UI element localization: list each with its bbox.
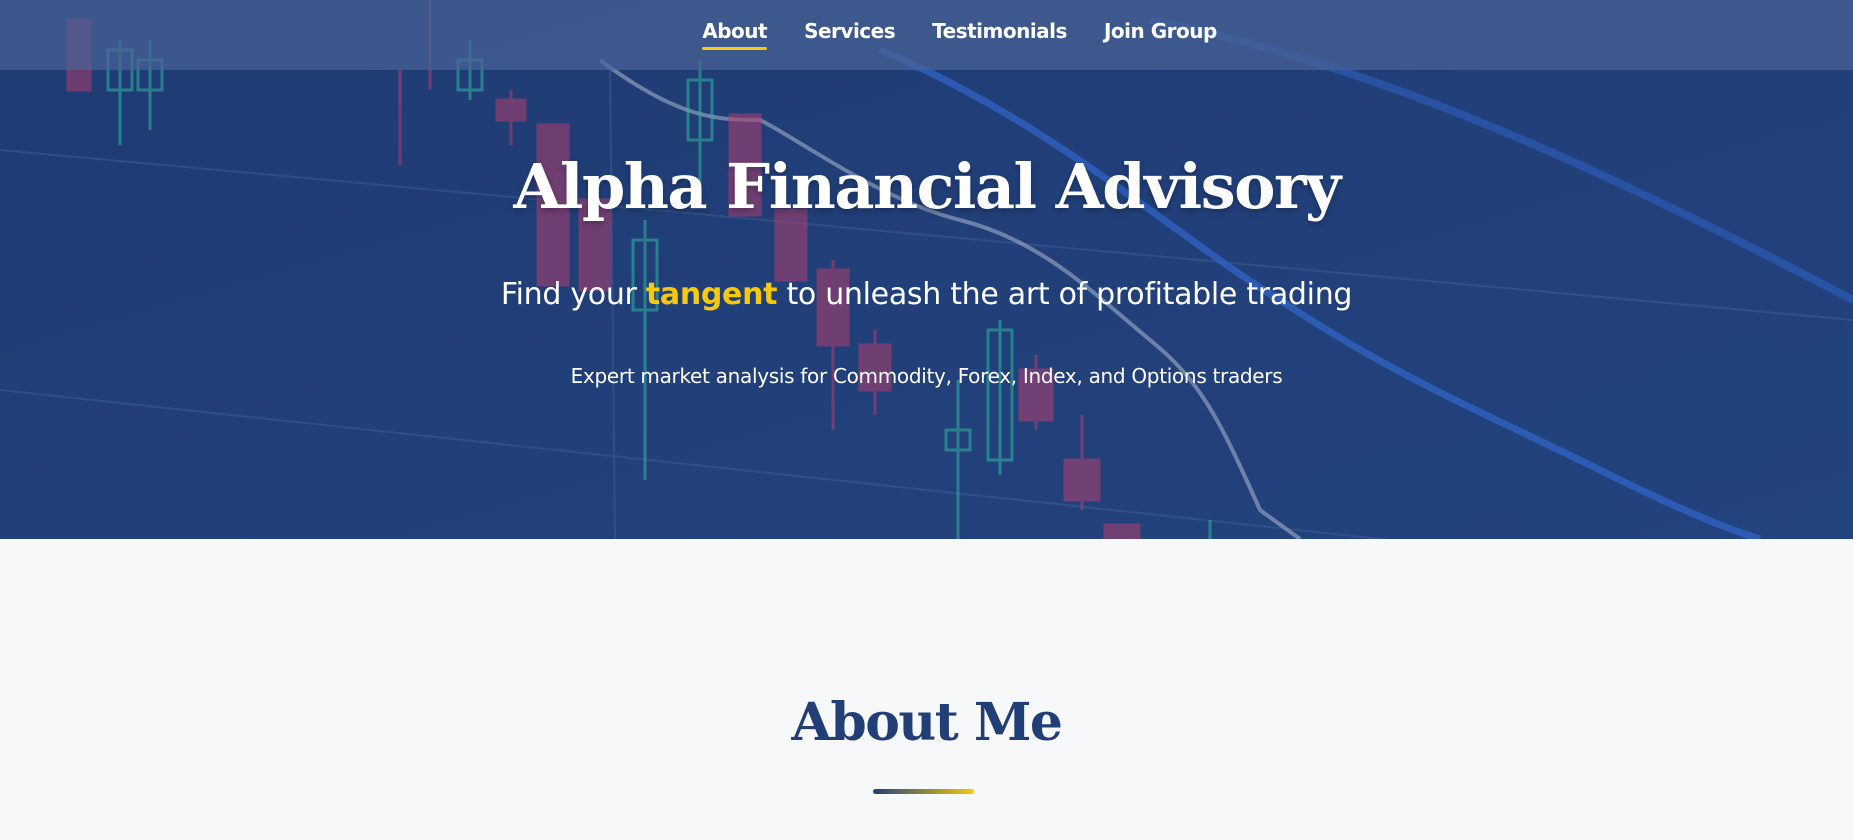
hero-background-chart bbox=[0, 0, 1853, 539]
about-title: About Me bbox=[791, 692, 1063, 753]
nav-services-link[interactable]: Services bbox=[804, 19, 896, 47]
nav-testimonials-link[interactable]: Testimonials bbox=[932, 19, 1067, 47]
tagline-before: Find your bbox=[500, 277, 637, 312]
nav-join-group-link[interactable]: Join Group bbox=[1104, 19, 1217, 47]
hero-subtitle: Expert market analysis for Commodity, Fo… bbox=[570, 364, 1283, 388]
hero-title: Alpha Financial Advisory bbox=[513, 150, 1341, 223]
tagline-after: to unleash the art of profitable trading bbox=[786, 277, 1353, 312]
top-navbar: About Services Testimonials Join Group bbox=[0, 0, 1853, 70]
nav-menu: About Services Testimonials Join Group bbox=[702, 19, 1217, 50]
hero-tagline: Find your tangent to unleash the art of … bbox=[0, 277, 1853, 312]
hero-section: About Services Testimonials Join Group A… bbox=[0, 0, 1853, 539]
nav-about-link[interactable]: About bbox=[702, 19, 768, 50]
about-section: About Me bbox=[0, 539, 1853, 840]
about-divider bbox=[873, 789, 974, 794]
tagline-accent-word: tangent bbox=[645, 277, 778, 312]
